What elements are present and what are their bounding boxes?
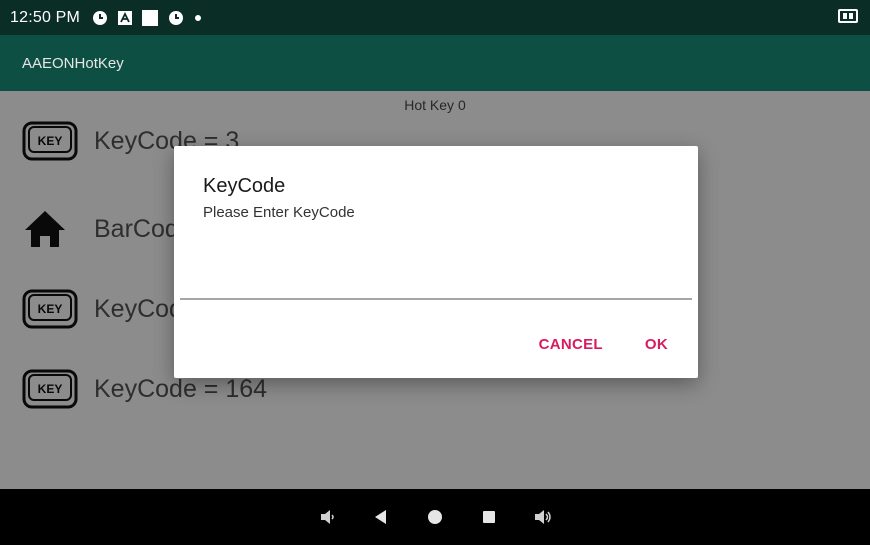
- app-title: AAEONHotKey: [22, 54, 124, 72]
- dialog-message: Please Enter KeyCode: [203, 204, 355, 221]
- volume-up-icon[interactable]: [516, 497, 570, 537]
- navigation-bar: [0, 489, 870, 545]
- home-nav-icon[interactable]: [408, 497, 462, 537]
- cancel-button[interactable]: CANCEL: [539, 336, 603, 353]
- recent-apps-icon[interactable]: [462, 497, 516, 537]
- dialog-actions: CANCEL OK: [539, 336, 668, 353]
- keycode-dialog: KeyCode Please Enter KeyCode CANCEL OK: [174, 146, 698, 378]
- keycode-input[interactable]: [180, 256, 692, 300]
- sync-notification-icon: [92, 10, 108, 26]
- app-bar: AAEONHotKey: [0, 35, 870, 91]
- volume-down-icon[interactable]: [300, 497, 354, 537]
- square-notification-icon: [142, 9, 159, 26]
- more-notifications-dot-icon: [194, 14, 202, 22]
- sync-notification-icon-2: [168, 10, 184, 26]
- dialog-title: KeyCode: [203, 175, 286, 197]
- status-time: 12:50 PM: [10, 8, 81, 26]
- ok-button[interactable]: OK: [645, 336, 668, 353]
- a-notification-icon: [118, 10, 133, 25]
- android-screen: 12:50 PM AAEONHotKey Hot Key 0 KEY KeyCo…: [0, 0, 870, 545]
- status-bar: 12:50 PM: [0, 0, 870, 35]
- back-icon[interactable]: [354, 497, 408, 537]
- screen-cast-icon: [838, 8, 858, 24]
- status-notification-icons: [92, 9, 212, 26]
